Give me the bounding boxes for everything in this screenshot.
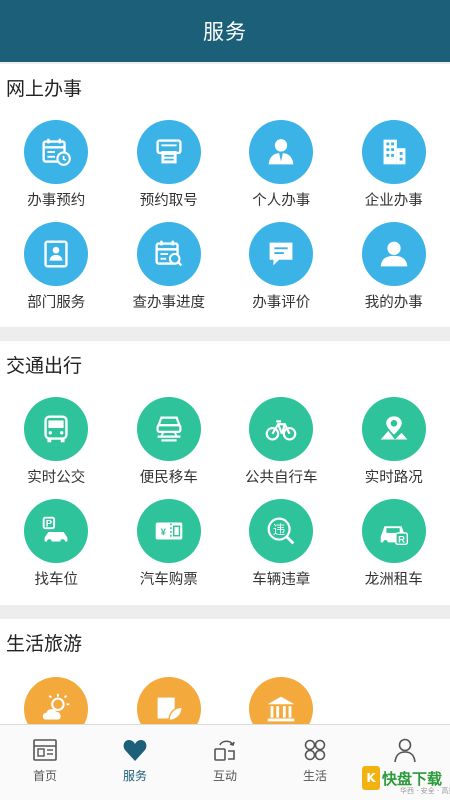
section-title: 网上办事 bbox=[6, 78, 83, 100]
service-item-progress[interactable]: 查办事进度 bbox=[113, 222, 226, 314]
tab-label: 生活 bbox=[302, 769, 327, 783]
service-item-enterprise[interactable]: 企业办事 bbox=[338, 120, 450, 212]
comment-icon bbox=[249, 222, 314, 286]
bus-icon bbox=[24, 397, 89, 461]
service-label: 预约取号 bbox=[139, 193, 198, 209]
exchange-icon bbox=[214, 740, 235, 761]
section-online-services: 网上办事 办事预约 预约取号 个人办事 企业办事 部门服务 查办事进度 办事评价… bbox=[0, 64, 450, 327]
ticket-machine-icon bbox=[136, 120, 201, 184]
service-item-bus-ticket[interactable]: ¥ 汽车购票 bbox=[113, 499, 226, 591]
section-title: 交通出行 bbox=[6, 355, 83, 377]
service-item-mine[interactable]: 我的办事 bbox=[338, 222, 450, 314]
home-news-icon bbox=[33, 739, 57, 761]
grid-circles-icon bbox=[304, 739, 326, 761]
service-label: 个人办事 bbox=[252, 193, 311, 209]
service-label: 办事评价 bbox=[252, 295, 311, 311]
id-document-icon bbox=[24, 222, 89, 286]
tab-services[interactable]: 服务 bbox=[90, 725, 180, 800]
tow-car-icon bbox=[136, 397, 201, 461]
service-item-bus[interactable]: 实时公交 bbox=[0, 397, 113, 489]
violation-search-icon: 违 bbox=[249, 499, 314, 563]
service-item-car-rental[interactable]: R 龙洲租车 bbox=[338, 499, 450, 591]
service-item-evaluation[interactable]: 办事评价 bbox=[225, 222, 338, 314]
service-item-parking[interactable]: P 找车位 bbox=[0, 499, 113, 591]
person-suit-icon bbox=[249, 120, 314, 184]
building-icon bbox=[361, 120, 426, 184]
watermark-mark: K bbox=[362, 766, 380, 790]
service-label: 车辆违章 bbox=[252, 572, 311, 588]
service-label: 企业办事 bbox=[364, 193, 423, 209]
heart-icon bbox=[123, 740, 147, 761]
service-label: 汽车购票 bbox=[139, 572, 198, 588]
rental-glyph: R bbox=[398, 534, 405, 545]
service-label: 查办事进度 bbox=[132, 295, 206, 311]
watermark-logo: K 快盘下载 华西 · 安全 · 高速 bbox=[362, 766, 450, 795]
app-header: 服务 bbox=[0, 0, 450, 62]
service-item-move-car[interactable]: 便民移车 bbox=[113, 397, 226, 489]
section-life-travel: 生活旅游 bbox=[0, 619, 450, 741]
bus-ticket-icon: ¥ bbox=[136, 499, 201, 563]
service-item-appointment[interactable]: 办事预约 bbox=[0, 120, 113, 212]
service-label: 找车位 bbox=[34, 572, 79, 588]
service-label: 实时路况 bbox=[364, 470, 423, 486]
service-label: 部门服务 bbox=[27, 295, 86, 311]
tab-label: 服务 bbox=[122, 769, 147, 783]
service-grid: 办事预约 预约取号 个人办事 企业办事 部门服务 查办事进度 办事评价 我的办事 bbox=[0, 120, 450, 314]
tab-label: 首页 bbox=[32, 769, 57, 783]
service-label: 便民移车 bbox=[139, 470, 198, 486]
service-label: 龙洲租车 bbox=[364, 572, 423, 588]
tab-label: 互动 bbox=[212, 769, 237, 783]
calendar-clock-icon bbox=[24, 120, 89, 184]
bicycle-icon bbox=[249, 397, 314, 461]
service-item-bike[interactable]: 公共自行车 bbox=[225, 397, 338, 489]
service-grid: 实时公交 便民移车 公共自行车 实时路况 P 找车位 ¥ 汽车购票 违 车辆违章… bbox=[0, 397, 450, 591]
profile-icon bbox=[394, 738, 416, 763]
parking-icon: P bbox=[24, 499, 89, 563]
map-pin-icon bbox=[361, 397, 426, 461]
service-label: 实时公交 bbox=[27, 470, 86, 486]
page-title: 服务 bbox=[203, 20, 247, 44]
service-label: 公共自行车 bbox=[245, 470, 318, 486]
svg-text:¥: ¥ bbox=[160, 527, 166, 538]
service-item-violation[interactable]: 违 车辆违章 bbox=[225, 499, 338, 591]
service-label: 我的办事 bbox=[364, 295, 423, 311]
section-transport: 交通出行 实时公交 便民移车 公共自行车 实时路况 P 找车位 ¥ 汽车购票 违… bbox=[0, 341, 450, 605]
watermark-subtext: 华西 · 安全 · 高速 bbox=[400, 787, 450, 795]
tab-home[interactable]: 首页 bbox=[0, 725, 90, 800]
user-icon bbox=[361, 222, 426, 286]
section-title: 生活旅游 bbox=[6, 633, 83, 655]
car-rental-icon: R bbox=[361, 499, 426, 563]
service-label: 办事预约 bbox=[27, 193, 86, 209]
violation-glyph: 违 bbox=[273, 523, 285, 537]
service-item-take-number[interactable]: 预约取号 bbox=[113, 120, 226, 212]
tab-life[interactable]: 生活 bbox=[270, 725, 360, 800]
service-item-department[interactable]: 部门服务 bbox=[0, 222, 113, 314]
service-item-personal[interactable]: 个人办事 bbox=[225, 120, 338, 212]
calendar-search-icon bbox=[136, 222, 201, 286]
svg-text:P: P bbox=[46, 518, 53, 529]
tab-interaction[interactable]: 互动 bbox=[180, 725, 270, 800]
service-item-traffic[interactable]: 实时路况 bbox=[338, 397, 450, 489]
